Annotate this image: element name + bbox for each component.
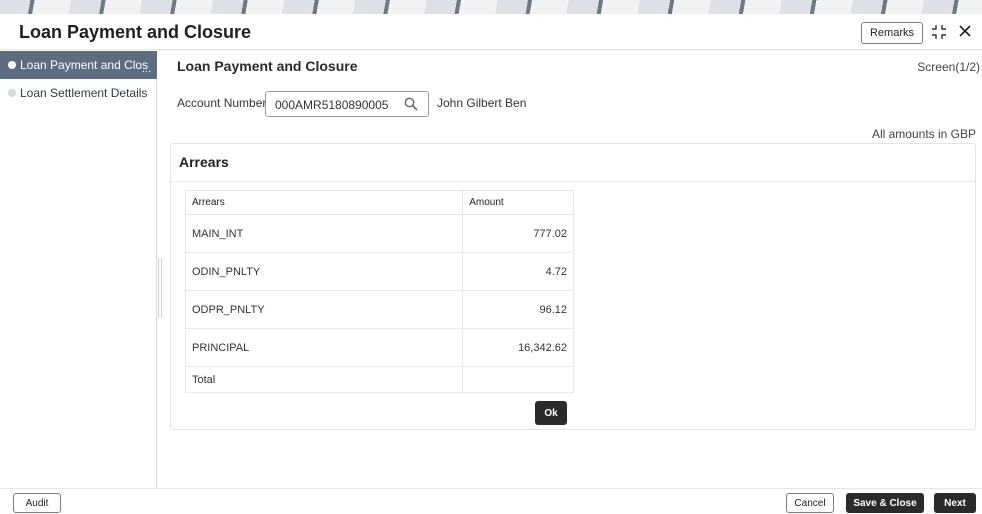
account-number-value: 000AMR5180890005: [275, 98, 389, 112]
footer-bar: Audit Cancel Save & Close Next: [0, 488, 982, 514]
window-title: Loan Payment and Closure: [19, 22, 252, 42]
page-title: Loan Payment and Closure: [177, 58, 358, 74]
main-content: Loan Payment and Closure Screen(1/2) Acc…: [158, 51, 982, 488]
arrears-table: Arrears Amount MAIN_INT 777.02 ODIN_PNLT…: [184, 190, 574, 393]
account-number-label: Account Number: [177, 96, 267, 110]
search-icon[interactable]: [404, 97, 418, 111]
sidebar-item-label: Loan Payment and Clos: [20, 58, 149, 72]
table-row[interactable]: PRINCIPAL 16,342.62: [184, 328, 574, 367]
step-dot-icon: [8, 61, 16, 69]
ok-button[interactable]: Ok: [535, 401, 567, 425]
arrear-type-cell: MAIN_INT: [184, 214, 464, 253]
table-row[interactable]: ODIN_PNLTY 4.72: [184, 252, 574, 291]
amount-cell: 16,342.62: [462, 328, 574, 367]
total-amount: [462, 366, 574, 393]
currency-note: All amounts in GBP: [871, 127, 976, 141]
decorative-banner: [0, 0, 982, 14]
next-button[interactable]: Next: [934, 493, 976, 513]
overflow-mark: ...: [141, 63, 151, 75]
screen-indicator: Screen(1/2): [917, 60, 980, 74]
sidebar: Loan Payment and Clos ... Loan Settlemen…: [0, 51, 157, 488]
arrear-type-cell: PRINCIPAL: [184, 328, 464, 367]
table-total-row: Total: [184, 366, 574, 393]
arrear-type-cell: ODPR_PNLTY: [184, 290, 464, 329]
sidebar-item-label: Loan Settlement Details: [20, 86, 148, 100]
sidebar-item-loan-payment[interactable]: Loan Payment and Clos ...: [0, 51, 157, 79]
table-row[interactable]: ODPR_PNLTY 96.12: [184, 290, 574, 329]
amount-cell: 4.72: [462, 252, 574, 291]
total-label: Total: [184, 366, 464, 393]
amount-cell: 96.12: [462, 290, 574, 329]
arrear-type-cell: ODIN_PNLTY: [184, 252, 464, 291]
account-holder-name: John Gilbert Ben: [437, 96, 527, 110]
window-header: Loan Payment and Closure Remarks: [0, 14, 982, 50]
save-close-button[interactable]: Save & Close: [846, 493, 924, 513]
divider: [171, 181, 975, 182]
amount-cell: 777.02: [462, 214, 574, 253]
sidebar-item-loan-settlement[interactable]: Loan Settlement Details: [0, 79, 157, 107]
table-row[interactable]: MAIN_INT 777.02: [184, 214, 574, 253]
close-icon[interactable]: [957, 23, 973, 39]
column-header-arrears[interactable]: Arrears: [184, 190, 464, 215]
step-dot-icon: [8, 89, 16, 97]
remarks-button[interactable]: Remarks: [861, 22, 923, 44]
account-number-field[interactable]: 000AMR5180890005: [265, 91, 429, 117]
panel-title: Arrears: [179, 154, 229, 170]
shrink-icon[interactable]: [931, 24, 947, 40]
cancel-button[interactable]: Cancel: [786, 493, 834, 513]
audit-button[interactable]: Audit: [13, 493, 61, 513]
column-header-amount[interactable]: Amount: [462, 190, 574, 215]
arrears-panel: Arrears Arrears Amount MAIN_INT 777.02 O…: [170, 143, 976, 430]
